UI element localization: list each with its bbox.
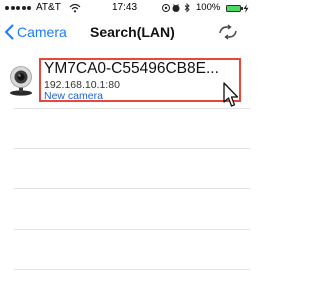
charging-icon [243,4,249,13]
back-button[interactable]: Camera [4,20,67,44]
battery-icon [226,5,241,12]
chevron-left-icon [5,24,14,40]
refresh-icon[interactable] [218,24,238,40]
webcam-icon [10,66,32,96]
status-bar: AT&T 17:43 100% [0,0,250,18]
mouse-pointer-icon [223,82,239,107]
camera-name: YM7CA0-C55496CB8E... [44,60,219,77]
status-time: 17:43 [112,2,138,13]
wifi-icon [69,3,81,13]
back-label: Camera [17,24,67,40]
row-divider [14,148,250,149]
navigation-bar: Camera Search(LAN) [0,18,250,48]
carrier-name: AT&T [36,2,61,13]
battery-percentage: 100% [196,2,221,13]
camera-label: New camera [44,90,103,102]
row-divider [14,229,250,230]
row-divider [14,188,250,189]
row-divider [14,108,250,109]
status-indicators-icon [162,3,190,13]
page-title: Search(LAN) [90,24,175,40]
list-item[interactable]: YM7CA0-C55496CB8E... 192.168.10.1:80 New… [0,56,250,107]
row-divider [14,269,250,270]
signal-strength-icon [5,6,31,10]
